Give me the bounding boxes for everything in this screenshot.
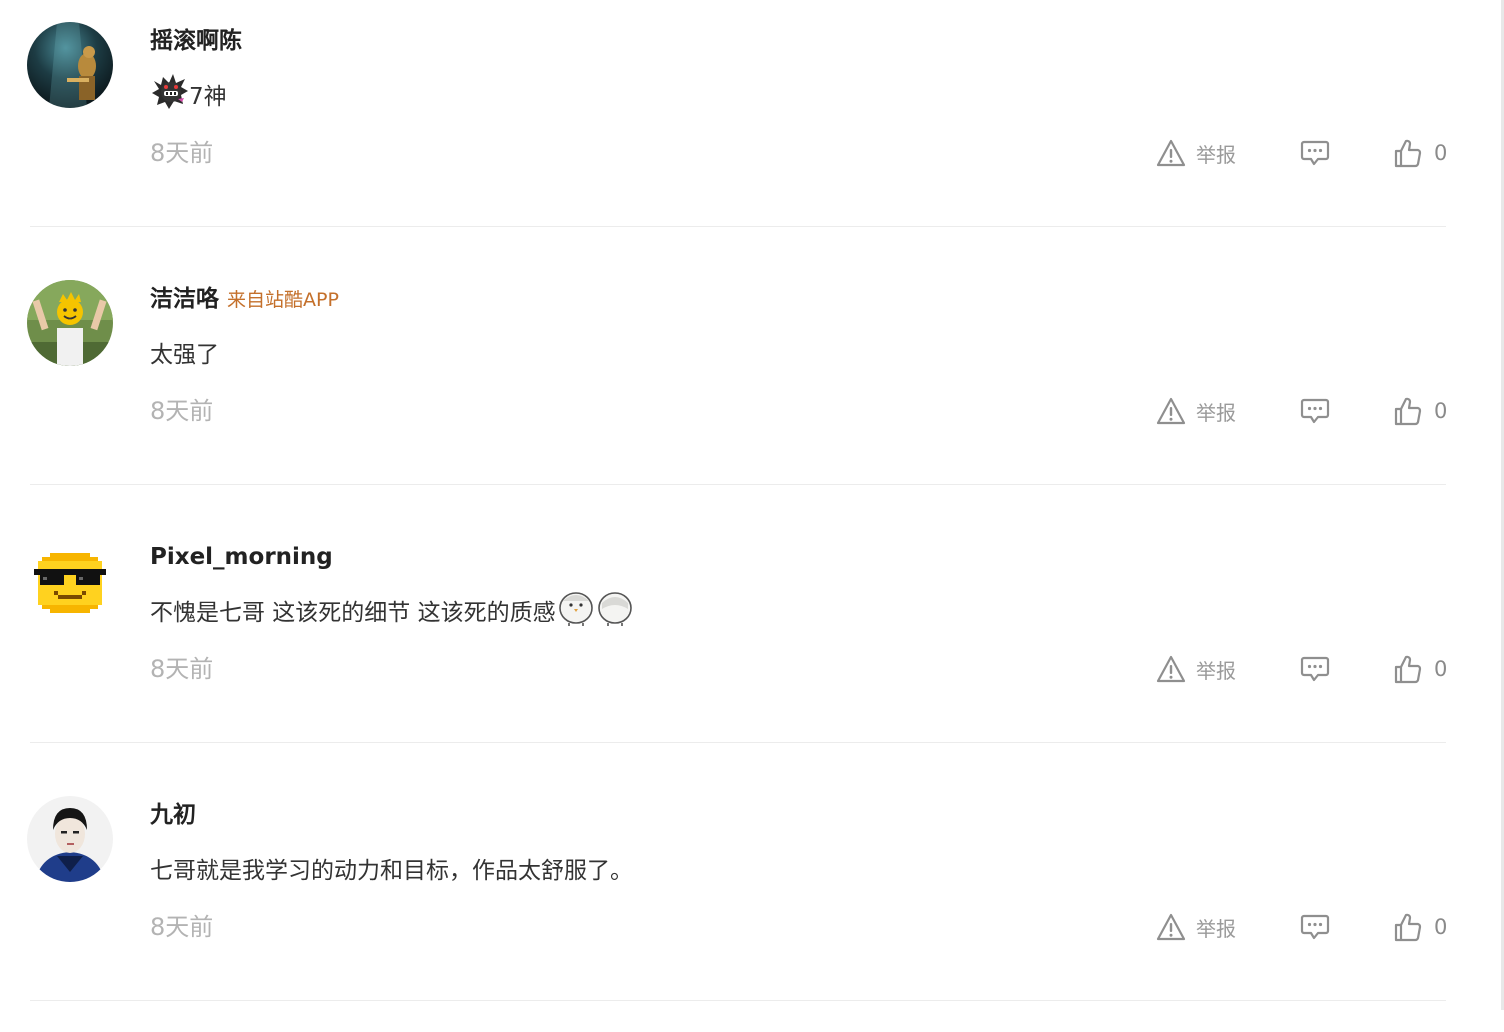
like-button[interactable]: 0 — [1394, 650, 1447, 688]
username[interactable]: 摇滚啊陈 — [150, 24, 242, 58]
username[interactable]: 洁洁咯 — [150, 282, 219, 316]
chick-emoji — [557, 587, 595, 633]
avatar-image — [27, 280, 113, 366]
divider — [30, 1000, 1446, 1001]
chat-bubble-icon — [1300, 397, 1330, 425]
avatar[interactable] — [27, 22, 113, 108]
report-button[interactable]: 举报 — [1156, 392, 1236, 430]
username[interactable]: Pixel_morning — [150, 540, 333, 574]
comment-text: 不愧是七哥 这该死的细节 这该死的质感 — [150, 588, 634, 632]
divider — [30, 226, 1446, 227]
thumbs-up-icon — [1394, 138, 1422, 168]
comment-actions: 举报 0 — [1150, 392, 1460, 430]
comment-item: 摇滚啊陈 7神 8天前 举报 0 — [0, 0, 1504, 258]
chick-emoji — [596, 587, 634, 633]
reply-button[interactable] — [1300, 134, 1330, 172]
like-count: 0 — [1434, 657, 1448, 681]
comment-text-value: 七哥就是我学习的动力和目标，作品太舒服了。 — [150, 858, 633, 884]
report-label: 举报 — [1196, 142, 1236, 167]
source-link[interactable]: 来自站酷APP — [227, 283, 339, 317]
reply-button[interactable] — [1300, 392, 1330, 430]
like-count: 0 — [1434, 915, 1448, 939]
divider — [30, 484, 1446, 485]
like-count: 0 — [1434, 399, 1448, 423]
comment-text-value: 太强了 — [150, 342, 219, 368]
like-button[interactable]: 0 — [1394, 134, 1447, 172]
report-button[interactable]: 举报 — [1156, 908, 1236, 946]
chat-bubble-icon — [1300, 913, 1330, 941]
warning-triangle-icon — [1156, 139, 1186, 167]
comment-actions: 举报 0 — [1150, 908, 1460, 946]
comment-time: 8天前 — [150, 139, 214, 167]
comment-text: 太强了 — [150, 330, 219, 374]
comment-actions: 举报 0 — [1150, 134, 1460, 172]
comment-item: Pixel_morning 不愧是七哥 这该死的细节 这该死的质感 8天前 举报… — [0, 516, 1504, 774]
comment-actions: 举报 0 — [1150, 650, 1460, 688]
comment-item: 九初 七哥就是我学习的动力和目标，作品太舒服了。 8天前 举报 0 — [0, 774, 1504, 1032]
warning-triangle-icon — [1156, 913, 1186, 941]
avatar-image — [27, 22, 113, 108]
username[interactable]: 九初 — [150, 798, 196, 832]
like-button[interactable]: 0 — [1394, 908, 1447, 946]
like-count: 0 — [1434, 141, 1448, 165]
like-button[interactable]: 0 — [1394, 392, 1447, 430]
report-button[interactable]: 举报 — [1156, 134, 1236, 172]
comment-time: 8天前 — [150, 913, 214, 941]
avatar-image — [27, 796, 113, 882]
report-label: 举报 — [1196, 658, 1236, 683]
thumbs-up-icon — [1394, 396, 1422, 426]
warning-triangle-icon — [1156, 655, 1186, 683]
avatar-image — [27, 538, 113, 624]
devil-bird-emoji — [151, 71, 189, 117]
warning-triangle-icon — [1156, 397, 1186, 425]
comment-text-value: 7神 — [189, 84, 227, 110]
divider — [30, 742, 1446, 743]
comment-text: 7神 — [150, 72, 227, 116]
chat-bubble-icon — [1300, 655, 1330, 683]
comment-item: 洁洁咯 来自站酷APP 太强了 8天前 举报 0 — [0, 258, 1504, 516]
comment-text: 七哥就是我学习的动力和目标，作品太舒服了。 — [150, 846, 633, 890]
thumbs-up-icon — [1394, 654, 1422, 684]
chat-bubble-icon — [1300, 139, 1330, 167]
avatar[interactable] — [27, 796, 113, 882]
comment-text-value: 不愧是七哥 这该死的细节 这该死的质感 — [150, 600, 556, 626]
reply-button[interactable] — [1300, 650, 1330, 688]
report-label: 举报 — [1196, 916, 1236, 941]
avatar[interactable] — [27, 538, 113, 624]
avatar[interactable] — [27, 280, 113, 366]
comment-time: 8天前 — [150, 655, 214, 683]
comment-time: 8天前 — [150, 397, 214, 425]
report-label: 举报 — [1196, 400, 1236, 425]
reply-button[interactable] — [1300, 908, 1330, 946]
thumbs-up-icon — [1394, 912, 1422, 942]
report-button[interactable]: 举报 — [1156, 650, 1236, 688]
